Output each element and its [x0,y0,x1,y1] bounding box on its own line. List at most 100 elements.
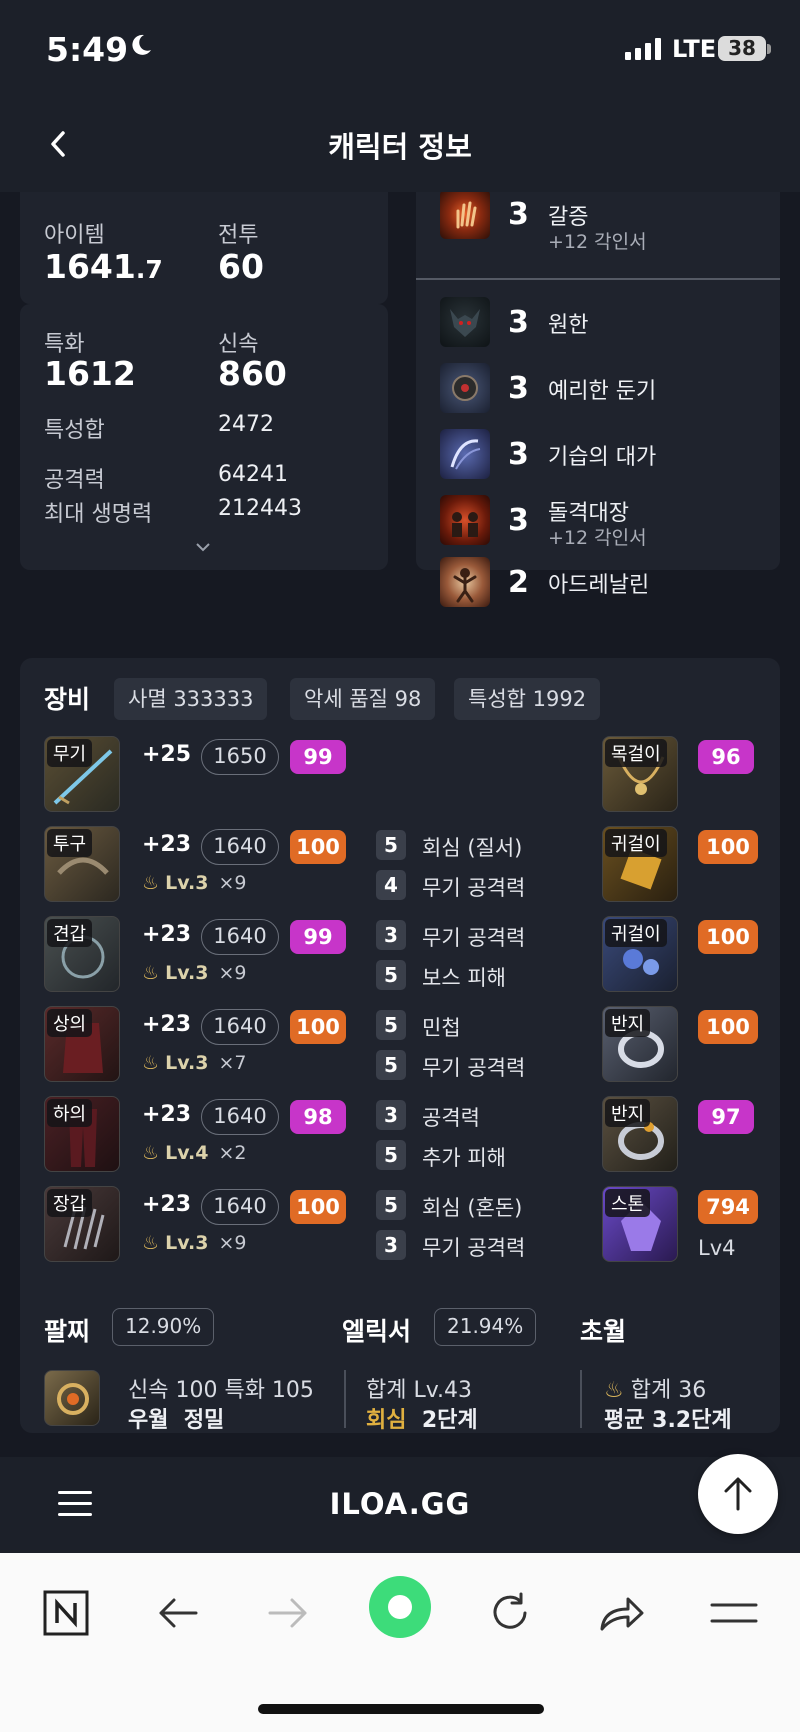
browser-back-button[interactable] [148,1583,208,1643]
equipment-section: 장비 사멸 333333 악세 품질 98 특성합 1992 무기 +25 16… [20,658,780,1433]
necklace-icon[interactable]: 목걸이 [602,736,678,812]
site-logo[interactable]: ILOA.GG [0,1487,800,1521]
elixir-total: 합계 Lv.43 [366,1378,473,1403]
elixir-title: 엘릭서 [342,1317,412,1346]
elixir-set: 회심 2단계 [366,1408,478,1433]
option-level: 3 [376,920,406,950]
raid-captain-icon [440,495,490,545]
chip-accessory-quality: 악세 품질 98 [290,678,436,720]
home-indicator [258,1704,544,1714]
slot-label: 귀걸이 [605,829,667,857]
engraving-row[interactable]: 3 원한 [440,295,770,355]
combat-level-label: 전투 [218,223,259,248]
trait-sum-label: 특성합 [44,418,105,443]
flame-icon: ♨ [142,1142,160,1164]
item-level: 1640 [201,919,279,955]
item-level: 1640 [201,1099,279,1135]
slot-label: 견갑 [47,919,93,947]
naver-home-button[interactable] [36,1583,96,1643]
engraving-row[interactable]: 3 예리한 둔기 [440,361,770,421]
ring-icon[interactable]: 반지 [602,1096,678,1172]
option-level: 5 [376,1010,406,1040]
flame-icon: ♨ [142,1052,160,1074]
item-level: 1640 [201,829,279,865]
enhance-level: +23 [142,922,192,947]
engraving-level: 3 [508,305,529,340]
quality-badge: 100 [698,1010,758,1044]
item-level: 1650 [201,739,279,775]
option-name: 추가 피해 [422,1146,506,1170]
status-bar: 5:49 LTE 38 [0,0,800,96]
elixir-info: ♨ Lv.3 ×9 [142,1232,247,1254]
divider [580,1370,582,1428]
engraving-level: 2 [508,565,529,600]
engraving-row[interactable]: 3 돌격대장 +12 각인서 [440,493,770,553]
ring-icon[interactable]: 반지 [602,1006,678,1082]
earring-icon[interactable]: 귀걸이 [602,826,678,902]
grudge-demon-icon [440,297,490,347]
engraving-row[interactable]: 2 아드레날린 [440,555,770,615]
option-name: 회심 (질서) [422,836,523,860]
reload-button[interactable] [480,1583,540,1643]
gloves-icon[interactable]: 장갑 [44,1186,120,1262]
attack-value: 64241 [218,462,288,487]
transcend-average: 평균 3.2단계 [604,1408,732,1433]
share-arrow-icon [600,1597,644,1631]
elixir-info: ♨ Lv.3 ×9 [142,962,247,984]
chest-armor-icon[interactable]: 상의 [44,1006,120,1082]
bracelet-effects: 우월 정밀 [128,1408,225,1433]
weapon-icon[interactable]: 무기 [44,736,120,812]
chevron-down-icon[interactable] [195,542,211,552]
bracelet-stats: 신속 100 특화 105 [128,1378,314,1403]
browser-forward-button[interactable] [258,1583,318,1643]
bracelet-percent: 12.90% [112,1308,215,1346]
pants-icon[interactable]: 하의 [44,1096,120,1172]
option-level: 5 [376,1190,406,1220]
arrow-left-icon [159,1598,198,1628]
character-content[interactable]: 아이템 1641.7 전투 60 특화 1612 신속 860 특성합 2472… [0,192,800,1457]
menu-lines-icon [710,1603,758,1623]
engraving-row[interactable]: 3 갈증 +12 각인서 [440,192,770,253]
elixir-info: ♨ Lv.3 ×7 [142,1052,247,1074]
attack-label: 공격력 [44,468,105,493]
earring-icon[interactable]: 귀걸이 [602,916,678,992]
elixir-percent: 21.94% [434,1308,537,1346]
combat-level-value: 60 [218,247,264,286]
transcend-total: ♨ 합계 36 [604,1378,707,1403]
engraving-row[interactable]: 3 기습의 대가 [440,427,770,487]
option-name: 공격력 [422,1106,480,1130]
enhance-level: +23 [142,832,192,857]
green-dot-button[interactable] [368,1575,432,1639]
elixir-info: ♨ Lv.4 ×2 [142,1142,247,1164]
shoulder-icon[interactable]: 견갑 [44,916,120,992]
arrow-right-icon [268,1598,307,1628]
quality-badge: 794 [698,1190,758,1224]
option-name: 무기 공격력 [422,926,526,950]
flame-icon: ♨ [142,962,160,984]
master-ambush-icon [440,429,490,479]
quality-badge: 100 [698,830,758,864]
share-button[interactable] [592,1583,652,1643]
scroll-top-button[interactable] [698,1454,778,1534]
slot-label: 상의 [47,1009,93,1037]
naver-n-icon [43,1590,89,1636]
slot-label: 목걸이 [605,739,667,767]
quality-badge: 100 [698,920,758,954]
engraving-divider [416,278,780,280]
slot-label: 하의 [47,1099,93,1127]
engraving-book-note: +12 각인서 [548,231,647,253]
option-name: 보스 피해 [422,966,506,990]
trait-sum-value: 2472 [218,412,274,437]
battery-tip [767,44,771,54]
spec-value: 1612 [44,354,136,393]
browser-menu-button[interactable] [704,1583,764,1643]
stone-icon[interactable]: 스톤 [602,1186,678,1262]
item-level: 1640 [201,1009,279,1045]
green-dot-icon [369,1576,431,1638]
slot-label: 귀걸이 [605,919,667,947]
stone-level: Lv4 [698,1236,736,1260]
helmet-icon[interactable]: 투구 [44,826,120,902]
arrow-up-icon [724,1477,752,1511]
bracelet-icon[interactable] [44,1370,100,1426]
swift-value: 860 [218,354,287,393]
